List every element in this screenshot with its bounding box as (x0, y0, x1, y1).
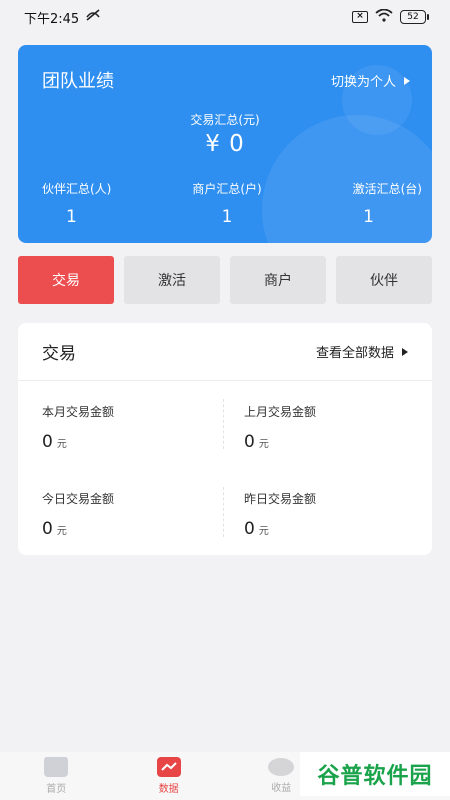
switch-label: 切换为个人 (330, 75, 396, 90)
total-transaction-label: 交易汇总(元) (190, 113, 260, 127)
activation-summary-value: 1 (363, 207, 374, 227)
merchant-summary[interactable]: 商户汇总(户) 1 (163, 180, 292, 227)
last-month-amount: 上月交易金额 0元 (244, 403, 424, 452)
partner-summary[interactable]: 伙伴汇总(人) 1 (32, 180, 161, 227)
last-month-value: 0元 (244, 432, 269, 452)
status-time: 下午2:45 (24, 11, 80, 27)
today-label: 今日交易金额 (42, 492, 115, 506)
watermark-logo: 谷普软件园 (300, 752, 450, 796)
tab-partner[interactable]: 伙伴 (336, 256, 432, 304)
team-card-title: 团队业绩 (42, 71, 114, 92)
status-bar: 下午2:45 × 52 (0, 0, 450, 34)
tab-transaction[interactable]: 交易 (18, 256, 114, 304)
today-value: 0元 (42, 519, 67, 539)
merchant-summary-label: 商户汇总(户) (192, 182, 262, 196)
panel-title: 交易 (42, 344, 76, 364)
partner-summary-value: 1 (66, 207, 77, 227)
category-tabs: 交易 激活 商户 伙伴 (18, 256, 432, 304)
yesterday-amount: 昨日交易金额 0元 (244, 490, 424, 539)
view-all-data-button[interactable]: 查看全部数据 (316, 342, 408, 361)
battery-level: 52 (407, 12, 419, 22)
no-sim-icon: × (352, 11, 368, 23)
last-month-label: 上月交易金额 (244, 405, 317, 419)
earnings-icon (268, 758, 295, 776)
wifi-icon (375, 8, 393, 26)
nav-data-label: 数据 (158, 784, 179, 795)
this-month-value: 0元 (42, 432, 67, 452)
panel-header: 交易 查看全部数据 (18, 323, 432, 381)
activation-summary[interactable]: 激活汇总(台) 1 (293, 180, 422, 227)
today-amount: 今日交易金额 0元 (42, 490, 222, 539)
team-stats-row: 伙伴汇总(人) 1 商户汇总(户) 1 激活汇总(台) 1 (18, 180, 432, 227)
view-all-label: 查看全部数据 (315, 346, 394, 361)
this-month-label: 本月交易金额 (42, 405, 115, 419)
nav-home[interactable]: 首页 (16, 757, 96, 795)
tab-merchant[interactable]: 商户 (230, 256, 326, 304)
status-left: 下午2:45 (24, 8, 101, 27)
switch-to-personal-button[interactable]: 切换为个人 (331, 71, 410, 90)
column-divider (223, 487, 224, 537)
total-transaction-value: ¥ 0 (205, 131, 245, 157)
transaction-panel: 交易 查看全部数据 本月交易金额 0元 上月交易金额 0元 今日交易金额 0元 … (18, 323, 432, 555)
team-performance-card: 团队业绩 切换为个人 交易汇总(元) ¥ 0 伙伴汇总(人) 1 商户汇总(户)… (18, 45, 432, 243)
tab-activation[interactable]: 激活 (124, 256, 220, 304)
partner-summary-label: 伙伴汇总(人) (42, 182, 112, 196)
status-right: × 52 (352, 8, 429, 26)
do-not-disturb-icon (85, 9, 101, 25)
activation-summary-label: 激活汇总(台) (352, 182, 422, 196)
arrow-right-icon (402, 347, 408, 356)
home-icon (44, 757, 69, 777)
this-month-amount: 本月交易金额 0元 (42, 403, 222, 452)
nav-earnings-label: 收益 (271, 783, 292, 794)
yesterday-value: 0元 (244, 519, 269, 539)
data-chart-icon (156, 757, 181, 777)
nav-data[interactable]: 数据 (129, 757, 209, 795)
column-divider (223, 399, 224, 449)
merchant-summary-value: 1 (221, 207, 233, 227)
arrow-right-icon (404, 76, 410, 85)
nav-home-label: 首页 (46, 784, 67, 795)
battery-icon: 52 (400, 10, 429, 24)
yesterday-label: 昨日交易金额 (244, 492, 317, 506)
